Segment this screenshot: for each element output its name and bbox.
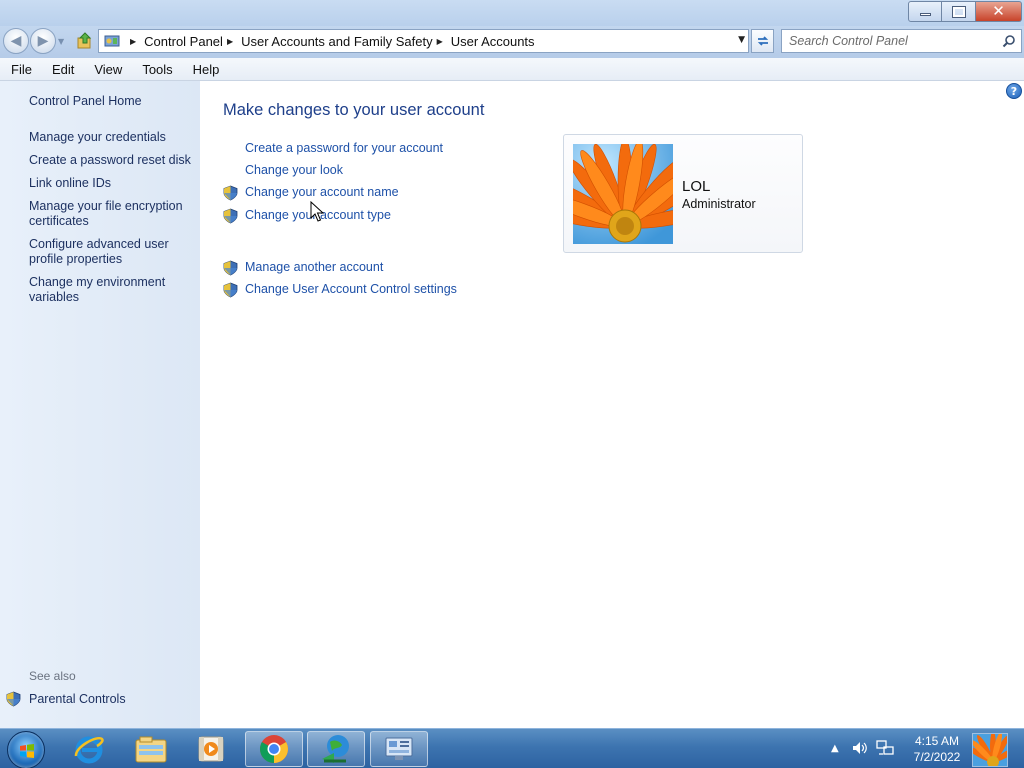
create-password-link[interactable]: Create a password for your account — [245, 141, 443, 155]
chevron-right-icon[interactable]: ▶ — [437, 37, 443, 46]
help-icon[interactable]: ? — [1006, 83, 1022, 99]
control-panel-icon — [104, 35, 120, 47]
see-also-label: See also — [29, 669, 76, 683]
taskbar-network-app[interactable] — [307, 731, 365, 767]
change-account-name-link[interactable]: Change your account name — [245, 185, 399, 199]
chevron-right-icon: ▶ — [130, 36, 137, 46]
internet-explorer-icon — [74, 736, 104, 764]
recent-pages-dropdown[interactable]: ▼ — [58, 37, 64, 46]
shield-icon — [223, 260, 238, 276]
media-player-icon — [198, 736, 224, 762]
shield-icon — [223, 185, 238, 201]
volume-icon[interactable] — [851, 740, 869, 756]
account-name: LOL — [682, 178, 711, 195]
page-title: Make changes to your user account — [223, 101, 485, 119]
chevron-right-icon[interactable]: ▶ — [227, 37, 233, 46]
control-panel-icon — [385, 737, 413, 760]
flower-picture-icon — [973, 734, 1007, 766]
search-input[interactable] — [782, 30, 992, 52]
flower-picture-icon — [573, 144, 673, 244]
sidebar-item-parental-controls[interactable]: Parental Controls — [6, 691, 126, 707]
breadcrumb-user-accounts[interactable]: User Accounts — [451, 34, 535, 49]
account-avatar[interactable] — [573, 144, 673, 244]
forward-button[interactable]: ▶ — [30, 28, 56, 54]
clock[interactable]: 4:15 AM 7/2/2022 — [912, 733, 962, 765]
network-globe-icon — [322, 735, 349, 763]
close-button[interactable]: ✕ — [976, 1, 1022, 22]
menu-tools[interactable]: Tools — [132, 62, 182, 77]
close-icon: ✕ — [992, 2, 1005, 20]
navigation-bar: ◀ ▶ ▼ ▶ Control Panel ▶ User Accounts an… — [0, 26, 1024, 58]
back-arrow-icon: ◀ — [10, 33, 22, 49]
change-look-link[interactable]: Change your look — [245, 163, 343, 177]
sidebar-item-link-online-ids[interactable]: Link online IDs — [29, 176, 194, 191]
shield-icon — [223, 282, 238, 298]
forward-arrow-icon: ▶ — [37, 33, 49, 49]
taskbar-internet-explorer[interactable] — [60, 731, 118, 767]
account-type: Administrator — [682, 197, 756, 211]
taskbar: ▲ 4:15 AM 7/2/2022 — [0, 728, 1024, 768]
sidebar-item-manage-credentials[interactable]: Manage your credentials — [29, 130, 194, 145]
start-button[interactable] — [7, 731, 45, 768]
up-folder-icon[interactable] — [76, 32, 94, 50]
chevron-down-icon[interactable]: ▼ — [738, 35, 745, 45]
search-box — [781, 29, 1022, 53]
left-pane: Control Panel Home Manage your credentia… — [0, 81, 200, 728]
menu-view[interactable]: View — [84, 62, 132, 77]
manage-another-account-link[interactable]: Manage another account — [245, 260, 383, 274]
sidebar-item-environment-variables[interactable]: Change my environment variables — [29, 275, 194, 305]
windows-explorer-icon — [135, 736, 167, 763]
account-card: LOL Administrator — [563, 134, 803, 253]
address-bar[interactable]: ▶ Control Panel ▶ User Accounts and Fami… — [98, 29, 749, 53]
window-controls: ✕ — [908, 1, 1022, 22]
maximize-button[interactable] — [942, 1, 976, 22]
back-button[interactable]: ◀ — [3, 28, 29, 54]
menu-help[interactable]: Help — [183, 62, 230, 77]
title-bar: ✕ — [0, 0, 1024, 26]
sidebar-item-control-panel-home[interactable]: Control Panel Home — [29, 94, 194, 109]
taskbar-media-player[interactable] — [182, 731, 240, 767]
breadcrumb-control-panel[interactable]: Control Panel — [144, 34, 223, 49]
windows-logo-icon — [20, 744, 34, 758]
maximize-icon — [951, 5, 966, 18]
main-content: ? Make changes to your user account Crea… — [200, 81, 1024, 728]
minimize-icon — [919, 13, 931, 16]
refresh-button[interactable] — [751, 29, 774, 53]
menu-file[interactable]: File — [0, 62, 42, 77]
sidebar-item-advanced-profile-properties[interactable]: Configure advanced user profile properti… — [29, 237, 194, 267]
taskbar-windows-explorer[interactable] — [122, 731, 180, 767]
clock-time: 4:15 AM — [914, 734, 960, 748]
chrome-icon — [260, 735, 288, 763]
network-icon[interactable] — [876, 740, 894, 756]
shield-icon — [223, 208, 238, 224]
menu-edit[interactable]: Edit — [42, 62, 84, 77]
clock-date: 7/2/2022 — [913, 750, 961, 764]
minimize-button[interactable] — [908, 1, 942, 22]
search-icon[interactable] — [1002, 34, 1016, 48]
show-hidden-icons-icon[interactable]: ▲ — [831, 743, 839, 754]
mouse-cursor-icon — [310, 201, 324, 222]
parental-controls-label[interactable]: Parental Controls — [29, 692, 126, 706]
user-picture-thumbnail[interactable] — [972, 733, 1008, 767]
taskbar-control-panel[interactable] — [370, 731, 428, 767]
refresh-icon — [757, 36, 768, 46]
uac-settings-link[interactable]: Change User Account Control settings — [245, 282, 457, 296]
shield-icon — [6, 691, 21, 707]
sidebar-item-file-encryption-certificates[interactable]: Manage your file encryption certificates — [29, 199, 194, 229]
menu-bar: File Edit View Tools Help — [0, 58, 1024, 81]
taskbar-chrome[interactable] — [245, 731, 303, 767]
breadcrumb-user-accounts-family-safety[interactable]: User Accounts and Family Safety — [241, 34, 432, 49]
sidebar-item-password-reset-disk[interactable]: Create a password reset disk — [29, 153, 194, 168]
